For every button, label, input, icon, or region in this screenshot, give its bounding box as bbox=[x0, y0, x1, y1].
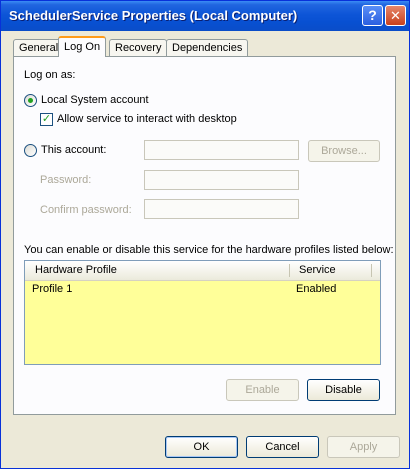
account-field[interactable] bbox=[144, 140, 299, 160]
this-account-radio[interactable] bbox=[24, 144, 37, 157]
properties-dialog: SchedulerService Properties (Local Compu… bbox=[0, 0, 410, 469]
list-header: Hardware Profile Service bbox=[25, 261, 380, 281]
tab-label: Log On bbox=[64, 41, 101, 53]
confirm-password-field[interactable] bbox=[144, 199, 299, 219]
confirm-password-label: Confirm password: bbox=[40, 204, 132, 216]
profile-service-status: Enabled bbox=[296, 283, 337, 295]
disable-button[interactable]: Disable bbox=[307, 379, 380, 401]
password-label: Password: bbox=[40, 174, 92, 186]
close-icon: ✕ bbox=[390, 8, 401, 23]
cancel-button[interactable]: Cancel bbox=[246, 436, 319, 458]
profile-name: Profile 1 bbox=[32, 283, 73, 295]
tab-label: General bbox=[19, 42, 59, 54]
tab-general[interactable]: General bbox=[13, 39, 65, 56]
radio-selected-dot bbox=[28, 98, 33, 103]
ok-button[interactable]: OK bbox=[165, 436, 238, 458]
tab-recovery[interactable]: Recovery bbox=[109, 39, 168, 56]
tab-dependencies[interactable]: Dependencies bbox=[166, 39, 249, 56]
apply-button[interactable]: Apply bbox=[327, 436, 400, 458]
help-button[interactable]: ? bbox=[362, 5, 383, 26]
this-account-label[interactable]: This account: bbox=[41, 144, 106, 156]
local-system-radio[interactable] bbox=[24, 94, 37, 107]
local-system-label[interactable]: Local System account bbox=[41, 94, 149, 106]
password-field[interactable] bbox=[144, 170, 299, 190]
column-service[interactable]: Service bbox=[299, 264, 336, 276]
tab-label: Dependencies bbox=[172, 42, 243, 54]
log-on-as-heading: Log on as: bbox=[24, 69, 76, 81]
column-divider[interactable] bbox=[371, 264, 372, 277]
browse-button[interactable]: Browse... bbox=[308, 140, 380, 162]
column-hardware-profile[interactable]: Hardware Profile bbox=[35, 264, 117, 276]
interact-desktop-checkbox[interactable]: ✓ bbox=[40, 113, 53, 126]
window-title: SchedulerService Properties (Local Compu… bbox=[9, 8, 298, 23]
close-button[interactable]: ✕ bbox=[385, 5, 406, 26]
checkmark-icon: ✓ bbox=[41, 113, 52, 125]
question-icon: ? bbox=[368, 7, 377, 23]
interact-desktop-label[interactable]: Allow service to interact with desktop bbox=[57, 113, 237, 125]
tab-label: Recovery bbox=[115, 42, 162, 54]
enable-button[interactable]: Enable bbox=[226, 379, 299, 401]
column-divider[interactable] bbox=[289, 264, 290, 277]
title-bar[interactable]: SchedulerService Properties (Local Compu… bbox=[1, 1, 409, 31]
profiles-description: You can enable or disable this service f… bbox=[24, 244, 394, 256]
tab-log-on[interactable]: Log On bbox=[58, 36, 107, 57]
hardware-profile-list[interactable]: Hardware Profile Service Profile 1 Enabl… bbox=[24, 260, 381, 365]
